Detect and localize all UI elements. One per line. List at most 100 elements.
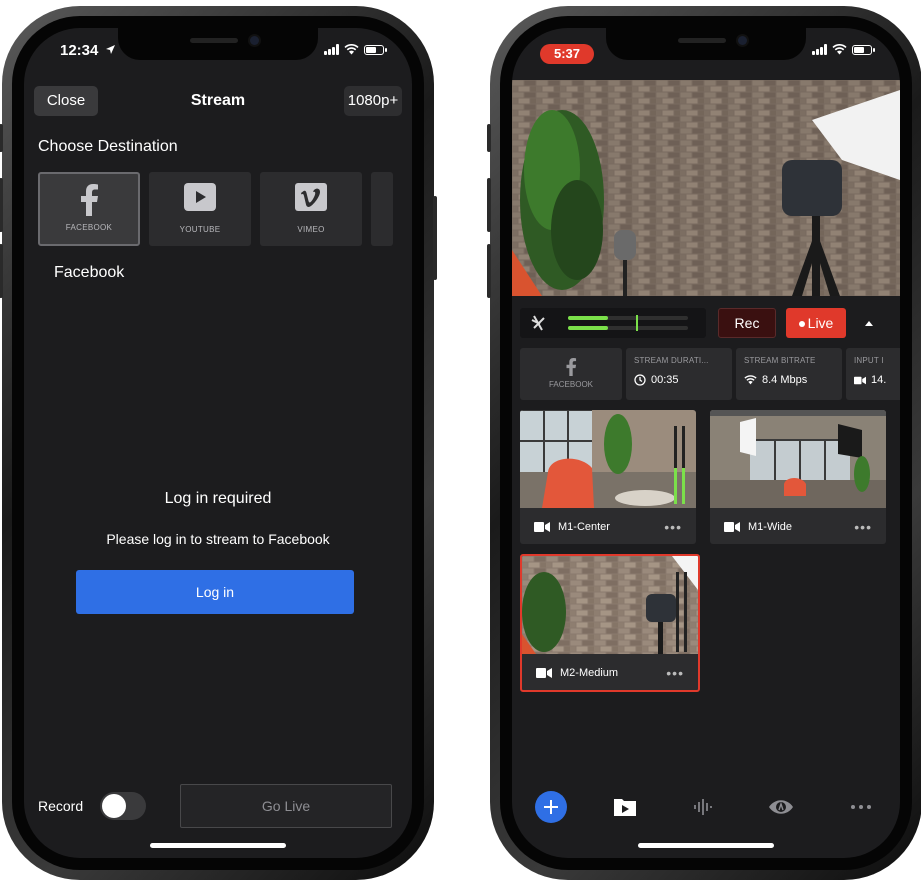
vimeo-icon [295, 183, 327, 211]
record-button[interactable]: Rec [718, 308, 776, 338]
cellular-signal-icon [812, 44, 827, 55]
chevron-up-icon[interactable] [864, 316, 874, 330]
live-label: Live [807, 315, 834, 331]
camera-name: M1-Wide [748, 521, 793, 533]
facebook-icon [566, 358, 577, 376]
wifi-icon [744, 375, 757, 385]
stream-stats: FACEBOOK STREAM DURATI... 00:35 STREAM B… [520, 348, 900, 400]
stat-bitrate-value-row: 8.4 Mbps [744, 374, 807, 386]
camera-card-m2-medium[interactable]: M2-Medium ••• [520, 554, 700, 692]
mute-switch [487, 124, 491, 152]
overlay-icon [769, 800, 793, 814]
destination-label: VIMEO [297, 225, 325, 234]
volume-down-button [487, 244, 491, 298]
choose-destination-heading: Choose Destination [38, 138, 178, 155]
stat-duration-value: 00:35 [651, 374, 679, 386]
stat-input-label: INPUT I [854, 356, 884, 365]
overlay-tab[interactable] [764, 790, 798, 824]
destination-label: YOUTUBE [179, 225, 221, 234]
volume-down-button [0, 244, 3, 298]
notch [606, 28, 806, 60]
destination-facebook[interactable]: FACEBOOK [38, 172, 140, 246]
stat-destination[interactable]: FACEBOOK [520, 348, 622, 400]
home-indicator [150, 843, 286, 848]
program-preview[interactable] [512, 80, 900, 296]
more-tab[interactable] [844, 790, 878, 824]
muted-speaker-icon [531, 315, 545, 331]
facebook-icon [81, 184, 98, 216]
nav-bar: Close Stream 1080p+ [24, 86, 412, 120]
status-time-text: 12:34 [60, 42, 99, 59]
phone-right: 5:37 Rec Live FACEBOOK STREAM DURATI... … [487, 6, 921, 880]
battery-icon [852, 44, 875, 55]
media-icon [614, 799, 636, 816]
stat-input-value: 14. [871, 374, 887, 386]
camera-info-bar: M1-Center ••• [520, 510, 696, 544]
status-icons [324, 44, 387, 55]
camera-thumbnail [522, 556, 698, 654]
stat-duration-label: STREAM DURATI... [634, 356, 709, 365]
stat-bitrate-label: STREAM BITRATE [744, 356, 816, 365]
destination-list: FACEBOOK YOUTUBE VIMEO [38, 172, 393, 246]
record-label: Record [38, 798, 84, 814]
video-camera-icon [536, 668, 552, 678]
add-button[interactable] [534, 790, 568, 824]
cellular-signal-icon [324, 44, 339, 55]
live-dot-icon [798, 321, 805, 328]
camera-name: M1-Center [558, 521, 610, 533]
audio-icon [694, 799, 712, 815]
audio-level-meter [531, 315, 688, 331]
resolution-button[interactable]: 1080p+ [344, 86, 402, 116]
preview-video-frame [512, 80, 900, 296]
record-toggle[interactable] [100, 792, 146, 820]
stat-input-value-row: 14. [854, 374, 886, 386]
camera-info-bar: M1-Wide ••• [710, 510, 886, 544]
youtube-icon [184, 183, 216, 211]
camera-thumbnail [710, 410, 886, 508]
screen-stream-setup: 12:34 Close Stream 1080p+ Choose Destina… [24, 28, 412, 858]
more-icon [851, 805, 871, 809]
audio-meter[interactable] [520, 308, 706, 338]
screen-live-switcher: 5:37 Rec Live FACEBOOK STREAM DURATI... … [512, 28, 900, 858]
wifi-icon [344, 44, 359, 55]
phone-left: 12:34 Close Stream 1080p+ Choose Destina… [0, 6, 437, 880]
camera-card-m1-center[interactable]: M1-Center ••• [520, 410, 696, 544]
volume-up-button [487, 178, 491, 232]
stat-input: INPUT I 14. [846, 348, 900, 400]
destination-more[interactable] [371, 172, 393, 246]
status-time: 12:34 [60, 42, 116, 64]
video-camera-icon [534, 522, 550, 532]
location-arrow-icon [105, 45, 115, 54]
clock-icon [634, 374, 646, 386]
more-options-icon[interactable]: ••• [854, 519, 872, 535]
control-row: Rec Live [512, 308, 900, 340]
destination-youtube[interactable]: YOUTUBE [149, 172, 251, 246]
battery-icon [364, 44, 387, 55]
media-tab[interactable] [608, 790, 642, 824]
camera-card-m1-wide[interactable]: M1-Wide ••• [710, 410, 886, 544]
video-camera-icon [854, 376, 866, 384]
login-button[interactable]: Log in [76, 570, 354, 614]
audio-tab[interactable] [686, 790, 720, 824]
more-options-icon[interactable]: ••• [666, 665, 684, 681]
login-message: Please log in to stream to Facebook [106, 531, 330, 547]
more-options-icon[interactable]: ••• [664, 519, 682, 535]
destination-vimeo[interactable]: VIMEO [260, 172, 362, 246]
login-heading: Log in required [164, 490, 272, 507]
bottom-tab-bar [512, 790, 900, 830]
camera-thumbnail [520, 410, 696, 508]
destination-label: FACEBOOK [65, 223, 113, 232]
power-button [433, 196, 437, 280]
home-indicator [638, 843, 774, 848]
stat-duration-value-row: 00:35 [634, 374, 679, 386]
stat-bitrate: STREAM BITRATE 8.4 Mbps [736, 348, 842, 400]
volume-up-button [0, 178, 3, 232]
wifi-icon [832, 44, 847, 55]
status-icons [812, 44, 875, 55]
stat-bitrate-value: 8.4 Mbps [762, 374, 808, 386]
status-time-recording: 5:37 [540, 44, 594, 64]
go-live-button[interactable]: Go Live [180, 784, 392, 828]
stat-destination-label: FACEBOOK [548, 380, 593, 389]
selected-destination-name: Facebook [54, 264, 125, 281]
live-button[interactable]: Live [786, 308, 846, 338]
